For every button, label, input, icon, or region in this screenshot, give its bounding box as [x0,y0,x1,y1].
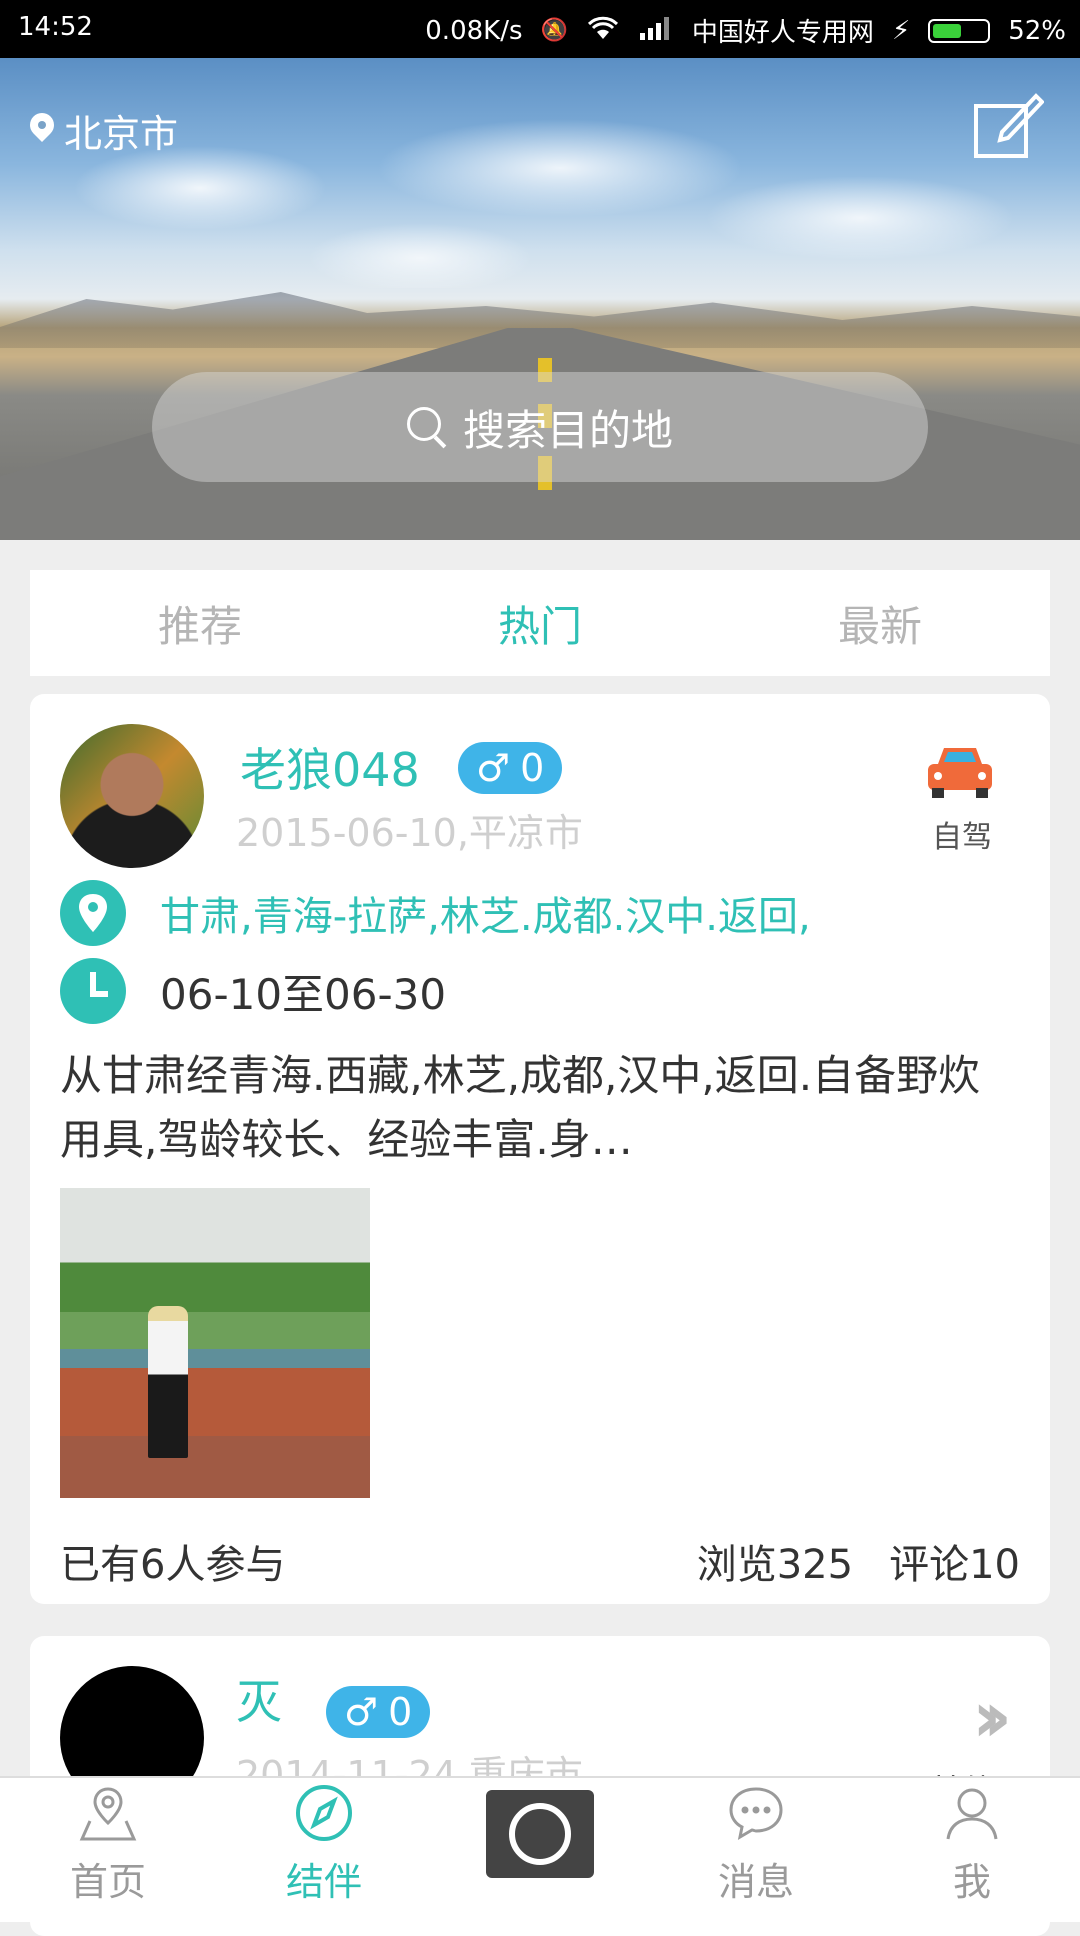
nav-label: 结伴 [285,1860,362,1904]
nav-label: 我 [952,1860,991,1904]
location-pin-icon [60,880,126,946]
tab-label: 推荐 [157,601,242,651]
username[interactable]: 老狼048 [240,734,420,800]
car-icon [928,748,992,798]
hero-clouds [0,58,1080,288]
signal-icon [638,15,674,47]
search-icon [406,407,447,447]
status-right: 0.08K/s 🔕 中国好人专用网 ⚡ 52% [425,12,1066,49]
edit-icon[interactable] [974,88,1044,158]
date-row: 06-10至06-30 [60,958,446,1024]
post-date-location: 2015-06-10,平凉市 [236,811,583,855]
views-count: 浏览325 [696,1542,854,1588]
nav-home[interactable]: 首页 [0,1778,216,1922]
male-icon: ♂ [476,746,511,790]
status-bar: 14:52 0.08K/s 🔕 中国好人专用网 ⚡ 52% [0,0,1080,58]
network-speed: 0.08K/s [425,15,523,46]
tab-recommended[interactable]: 推荐 [30,570,370,676]
username[interactable]: 灭 [236,1666,282,1732]
status-time: 14:52 [18,12,93,42]
double-chevron-right-icon: ›› [972,1676,1011,1758]
tab-latest[interactable]: 最新 [710,570,1050,676]
nav-label: 首页 [69,1860,146,1904]
travel-mode-label: 自驾 [932,820,992,855]
nav-companion[interactable]: 结伴 [216,1778,432,1922]
tab-label: 最新 [837,601,922,651]
tab-popular[interactable]: 热门 [370,570,710,676]
tab-bar: 推荐 热门 最新 [30,570,1050,676]
nav-messages[interactable]: 消息 [648,1778,864,1922]
city-selector[interactable]: 北京市 [28,103,178,158]
gender-badge: ♂ 0 [458,742,563,794]
nav-me[interactable]: 我 [864,1778,1080,1922]
tab-label: 热门 [497,601,582,651]
participants-count: 已有6人参与 [60,1542,286,1588]
city-name: 北京市 [64,112,179,156]
clock-icon [60,958,126,1024]
gender-count: 0 [520,746,545,790]
hero-banner: 北京市 搜索目的地 [0,58,1080,540]
gender-count: 0 [388,1690,413,1734]
location-pin-icon [28,113,56,149]
bottom-nav: 首页 结伴 消息 我 [0,1776,1080,1922]
date-range: 06-10至06-30 [160,969,447,1019]
post-description: 从甘肃经青海.西藏,林芝,成都,汉中,返回.自备野炊用具,驾龄较长、经验丰富.身… [60,1051,981,1164]
search-placeholder: 搜索目的地 [462,405,673,455]
battery-percent: 52% [1008,15,1066,46]
post-card[interactable]: 老狼048 ♂ 0 2015-06-10,平凉市 自驾 甘肃,青海-拉萨,林芝.… [30,694,1050,1604]
nav-camera[interactable] [432,1778,648,1922]
nav-label: 消息 [717,1860,794,1904]
post-photo[interactable] [60,1188,370,1498]
search-bar[interactable]: 搜索目的地 [152,372,928,482]
mute-icon: 🔕 [540,18,568,43]
male-icon: ♂ [344,1690,379,1734]
compass-icon [296,1785,352,1841]
post-stats: 浏览325 评论10 [697,1532,1020,1590]
route-row: 甘肃,青海-拉萨,林芝.成都.汉中.返回, [60,880,811,946]
camera-icon [486,1790,594,1878]
gender-badge: ♂ 0 [326,1686,431,1738]
photo-person [148,1306,188,1458]
comments-count[interactable]: 评论10 [889,1532,1020,1590]
carrier-name: 中国好人专用网 [691,18,874,48]
avatar[interactable] [60,724,204,868]
wifi-icon [586,15,620,47]
battery-icon [928,18,991,43]
route-text: 甘肃,青海-拉萨,林芝.成都.汉中.返回, [160,894,811,940]
chat-bubble-icon [729,1787,783,1840]
charging-icon: ⚡ [891,15,911,46]
map-pin-icon [79,1787,137,1841]
user-icon [946,1788,998,1840]
